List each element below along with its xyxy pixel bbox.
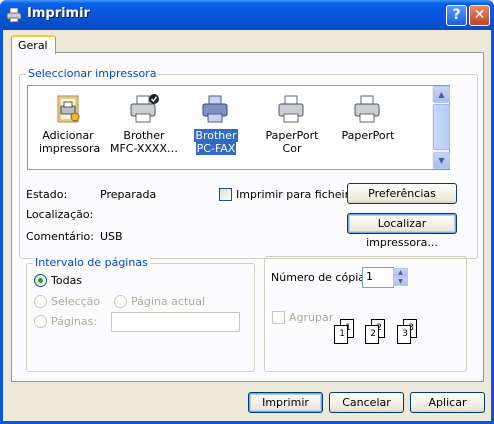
help-button[interactable]: ? [446, 5, 467, 26]
print-to-file-label: Imprimir para ficheiro [236, 188, 356, 201]
copies-group: Número de cópias: 1 ▲ ▼ Agrupar 1 1 2 2 … [264, 256, 467, 372]
scroll-down-icon[interactable]: ▼ [433, 152, 450, 169]
page-range-label: Intervalo de páginas [33, 256, 150, 269]
tab-geral[interactable]: Geral [11, 35, 56, 54]
select-printer-group: Seleccionar impressora Adicionar impress… [19, 67, 478, 259]
printer-title-icon [6, 7, 22, 23]
spin-down-icon[interactable]: ▼ [393, 277, 408, 286]
collate-checkbox[interactable] [272, 311, 285, 324]
printer-list-scrollbar[interactable]: ▲ ▼ [432, 86, 450, 169]
spin-up-icon[interactable]: ▲ [393, 268, 408, 277]
fax-printer-icon [200, 92, 232, 126]
printer-item-brother-mfc[interactable]: Brother MFC-XXXX… [108, 92, 180, 155]
collate-label: Agrupar [289, 311, 334, 324]
scroll-up-icon[interactable]: ▲ [433, 86, 450, 103]
print-to-file-checkbox[interactable] [219, 188, 232, 201]
collate-page: 2 [365, 325, 379, 344]
printer-item-brother-pcfax[interactable]: Brother PC-FAX [190, 92, 242, 155]
close-button[interactable]: ✕ [469, 5, 490, 26]
find-printer-button[interactable]: Localizar impressora... [347, 213, 457, 249]
current-page-label: Página actual [131, 295, 205, 308]
collate-page: 1 [334, 325, 348, 344]
pages-input[interactable] [111, 312, 240, 332]
printer-name-line2: PC-FAX [195, 142, 237, 155]
title-bar[interactable]: Imprimir ? ✕ [0, 0, 494, 30]
copies-spinner[interactable]: ▲ ▼ [393, 268, 408, 287]
printer-default-icon [128, 92, 160, 126]
comment-value: USB [100, 230, 123, 243]
selection-radio[interactable] [34, 295, 47, 308]
current-page-radio[interactable] [114, 295, 127, 308]
scroll-thumb[interactable] [433, 104, 450, 150]
select-printer-label: Seleccionar impressora [26, 67, 159, 80]
pages-label: Páginas: [51, 315, 98, 328]
all-pages-label: Todas [51, 274, 83, 287]
status-label: Estado: [26, 188, 68, 201]
printer-name-line2: MFC-XXXX… [109, 142, 179, 155]
printer-icon [352, 92, 384, 126]
print-dialog: Imprimir ? ✕ Geral Seleccionar impressor… [0, 0, 494, 424]
location-label: Localização: [26, 208, 94, 221]
print-button[interactable]: Imprimir [248, 392, 323, 413]
dialog-client: Geral Seleccionar impressora Adicionar i… [3, 30, 491, 421]
window-title: Imprimir [27, 6, 90, 21]
all-pages-radio[interactable] [34, 274, 47, 287]
collate-preview-icon: 1 1 2 2 3 3 [334, 319, 434, 359]
copies-input[interactable]: 1 [362, 267, 394, 288]
pages-radio[interactable] [34, 315, 47, 328]
tab-panel-geral: Seleccionar impressora Adicionar impress… [11, 52, 484, 382]
printer-name: Brother [194, 129, 238, 142]
printer-name: Adicionar [42, 129, 94, 142]
copies-label: Número de cópias: [271, 271, 375, 284]
printer-name-line2: impressora [39, 142, 101, 155]
selection-label: Selecção [51, 295, 101, 308]
comment-label: Comentário: [26, 230, 94, 243]
collate-page: 3 [397, 325, 411, 344]
cancel-button[interactable]: Cancelar [329, 392, 404, 413]
printer-item-paperport-cor[interactable]: PaperPort Cor [254, 92, 330, 155]
status-value: Preparada [100, 188, 157, 201]
printer-name: Brother [123, 129, 165, 142]
printer-list[interactable]: Adicionar impressora Brother MFC-XXXX… B… [27, 85, 450, 170]
printer-item-paperport[interactable]: PaperPort [338, 92, 398, 142]
printer-name: PaperPort [341, 129, 395, 142]
printer-name: PaperPort Cor [265, 129, 319, 155]
printer-item-add[interactable]: Adicionar impressora [38, 92, 101, 155]
apply-button[interactable]: Aplicar [410, 392, 485, 413]
add-printer-icon [52, 92, 84, 126]
printer-icon [276, 92, 308, 126]
preferences-button[interactable]: Preferências [347, 183, 457, 204]
page-range-group: Intervalo de páginas Todas Selecção Pági… [26, 256, 255, 372]
